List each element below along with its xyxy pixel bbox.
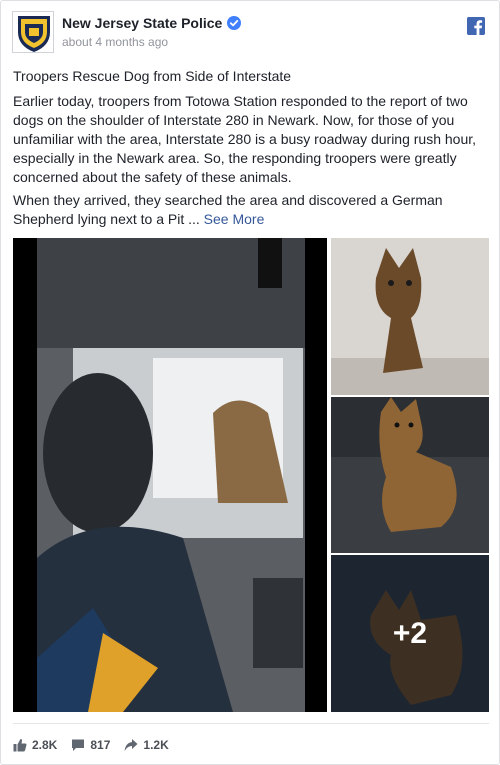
dog-photo-icon — [331, 238, 489, 395]
post-actions: 2.8K 817 1.2K — [13, 737, 169, 753]
photo-dog-in-car[interactable] — [331, 397, 489, 553]
actions-divider — [13, 723, 489, 724]
post-more-text: When they arrived, they searched the are… — [13, 191, 489, 229]
post-timestamp[interactable]: about 4 months ago — [62, 35, 168, 49]
see-more-link[interactable]: See More — [204, 211, 265, 227]
page-name-link[interactable]: New Jersey State Police — [62, 15, 242, 31]
page-avatar[interactable] — [12, 11, 54, 53]
post-card: New Jersey State Police about 4 months a… — [0, 0, 500, 765]
share-count: 1.2K — [143, 738, 169, 752]
share-button[interactable]: 1.2K — [124, 738, 169, 752]
photo-dog-sitting[interactable] — [331, 238, 489, 395]
facebook-logo-icon[interactable] — [467, 17, 485, 35]
share-arrow-icon — [124, 739, 138, 751]
post-body: Earlier today, troopers from Totowa Stat… — [13, 93, 477, 185]
photo-grid: +2 — [13, 238, 489, 712]
thumbs-up-icon — [13, 738, 27, 752]
photo-dog-more[interactable]: +2 — [331, 555, 489, 712]
dog-photo-icon — [331, 397, 489, 553]
post-title: Troopers Rescue Dog from Side of Interst… — [13, 68, 292, 84]
comment-icon — [72, 739, 85, 751]
verified-badge-icon — [227, 16, 242, 30]
main-photo[interactable] — [13, 238, 327, 712]
like-button[interactable]: 2.8K — [13, 738, 57, 752]
like-count: 2.8K — [32, 738, 58, 752]
comment-count: 817 — [90, 738, 111, 752]
state-police-badge-icon — [13, 12, 53, 52]
comment-button[interactable]: 817 — [71, 738, 110, 752]
more-photos-overlay[interactable]: +2 — [331, 555, 489, 712]
more-photos-count: +2 — [392, 616, 428, 650]
trooper-car-photo-icon — [13, 238, 327, 712]
page-name[interactable]: New Jersey State Police — [62, 15, 222, 31]
post-header: New Jersey State Police about 4 months a… — [12, 11, 490, 57]
